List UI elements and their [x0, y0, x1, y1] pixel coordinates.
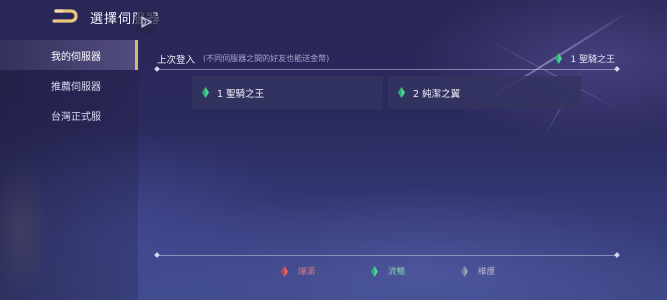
back-button[interactable] — [52, 8, 80, 24]
legend-smooth: 流暢 — [371, 265, 405, 277]
legend-maintenance: 維護 — [461, 265, 495, 277]
server-card[interactable]: 2 純潔之翼 — [388, 76, 581, 109]
status-gem-icon — [371, 265, 378, 277]
server-card[interactable]: 1 聖騎之王 — [192, 76, 383, 109]
header-badge[interactable] — [134, 10, 158, 34]
play-triangle-icon — [141, 15, 153, 29]
last-login-note: (不同伺服器之間的好友也能送金幣) — [203, 54, 330, 63]
status-gem-icon — [202, 87, 209, 98]
sidebar: 我的伺服器 推薦伺服器 台灣正式服 — [0, 40, 138, 300]
sidebar-item-label: 我的伺服器 — [51, 51, 101, 63]
sidebar-item-label: 推薦伺服器 — [51, 81, 101, 93]
legend-full: 爆滿 — [281, 265, 315, 277]
legend-label: 流暢 — [388, 267, 406, 277]
status-gem-icon — [461, 265, 468, 277]
status-gem-icon — [555, 53, 563, 64]
divider-end-dot — [614, 252, 620, 258]
back-arrow-icon — [52, 9, 78, 23]
sidebar-item-taiwan-official[interactable]: 台灣正式服 — [0, 100, 138, 130]
divider-end-dot — [154, 252, 160, 258]
server-name: 2 純潔之翼 — [413, 88, 461, 100]
sidebar-item-my-servers[interactable]: 我的伺服器 — [0, 40, 138, 70]
sidebar-item-label: 台灣正式服 — [51, 111, 101, 123]
last-login-label: 上次登入 — [157, 55, 196, 66]
legend-label: 爆滿 — [298, 267, 316, 277]
legend-label: 維護 — [478, 267, 496, 277]
divider — [154, 252, 620, 258]
server-name: 1 聖騎之王 — [217, 88, 265, 100]
status-gem-icon — [281, 265, 288, 277]
last-login-server[interactable]: 1 聖騎之王 — [555, 52, 615, 65]
divider-end-dot — [154, 66, 160, 72]
last-login-server-name: 1 聖騎之王 — [570, 55, 615, 65]
status-gem-icon — [398, 87, 405, 98]
divider-end-dot — [614, 66, 620, 72]
divider — [154, 66, 620, 72]
sidebar-item-recommended-servers[interactable]: 推薦伺服器 — [0, 70, 138, 100]
